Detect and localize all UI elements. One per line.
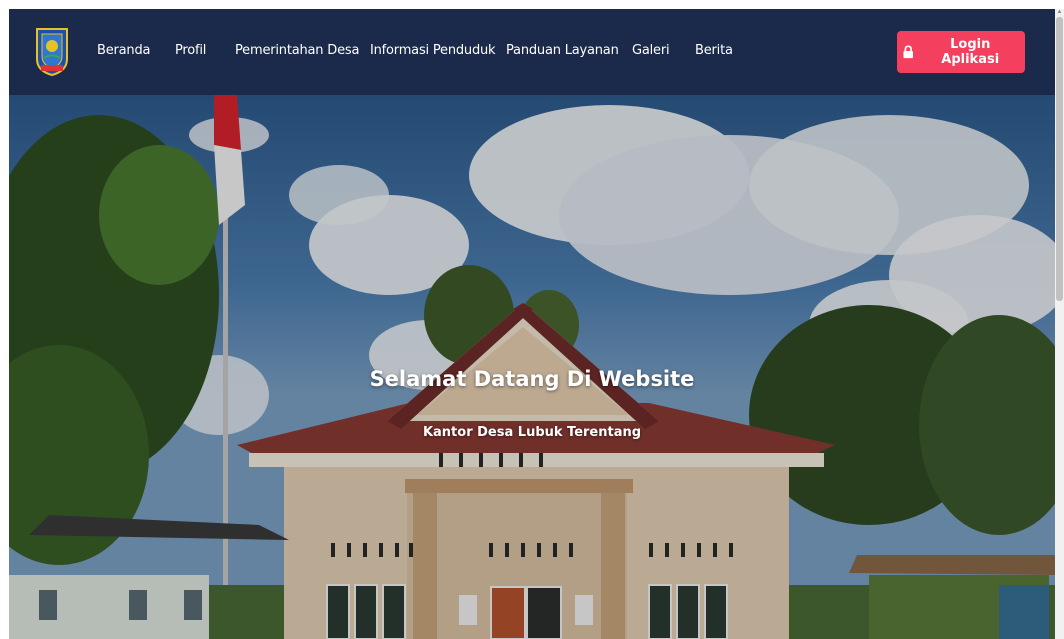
village-emblem-logo[interactable] <box>33 25 71 77</box>
nav-item-berita[interactable]: Berita <box>695 43 733 58</box>
nav-item-panduan-layanan[interactable]: Panduan Layanan <box>506 43 619 58</box>
hero-banner: Selamat Datang Di Website Kantor Desa Lu… <box>9 95 1055 639</box>
login-aplikasi-label: Login Aplikasi <box>941 37 1000 67</box>
scrollbar-thumb[interactable] <box>1056 17 1063 301</box>
nav-item-informasi-penduduk[interactable]: Informasi Penduduk <box>370 43 496 58</box>
hero-subtitle: Kantor Desa Lubuk Terentang <box>422 425 642 440</box>
scroll-up-arrow-icon[interactable]: ▲ <box>1056 9 1063 16</box>
login-aplikasi-button[interactable]: Login Aplikasi <box>897 31 1025 73</box>
hero-title: Selamat Datang Di Website <box>369 367 695 391</box>
lock-icon <box>903 45 913 59</box>
vertical-scrollbar[interactable]: ▲ <box>1055 9 1064 639</box>
nav-item-galeri[interactable]: Galeri <box>632 43 670 58</box>
nav-item-pemerintahan-desa[interactable]: Pemerintahan Desa <box>235 43 359 58</box>
top-navbar: Beranda Profil Pemerintahan Desa Informa… <box>9 9 1055 95</box>
nav-item-beranda[interactable]: Beranda <box>97 43 150 58</box>
browser-viewport: Beranda Profil Pemerintahan Desa Informa… <box>9 9 1055 639</box>
nav-item-profil[interactable]: Profil <box>175 43 206 58</box>
